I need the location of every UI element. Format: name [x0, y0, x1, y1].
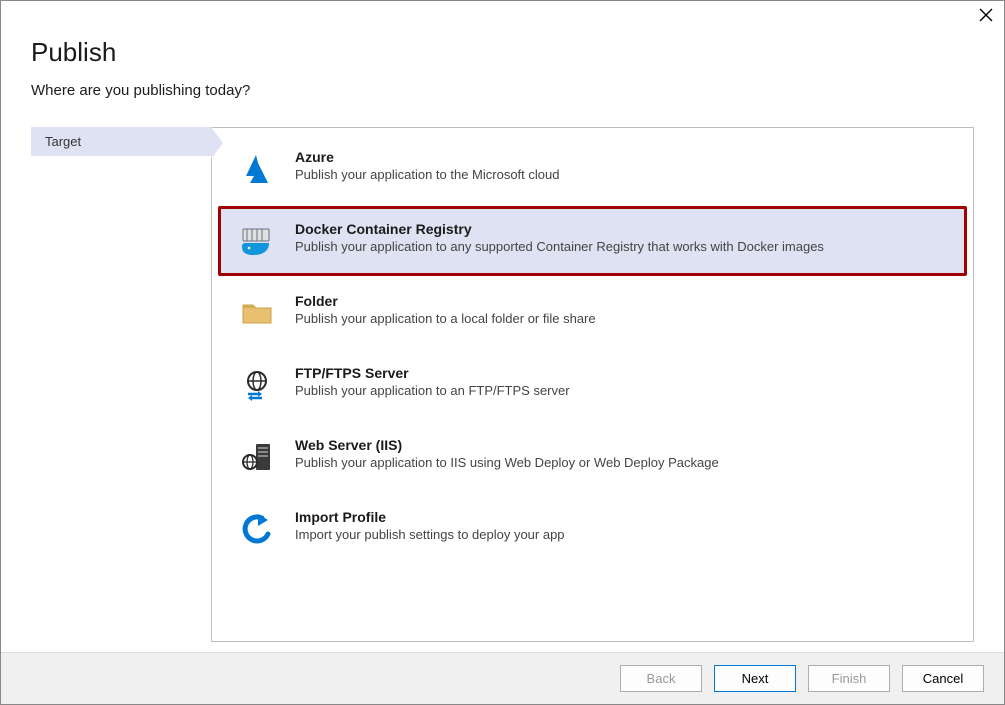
- option-desc: Publish your application to IIS using We…: [295, 455, 719, 470]
- option-desc: Publish your application to any supporte…: [295, 239, 824, 254]
- step-label: Target: [45, 134, 81, 149]
- finish-button[interactable]: Finish: [808, 665, 890, 692]
- ftp-icon: [240, 368, 274, 402]
- option-desc: Publish your application to the Microsof…: [295, 167, 559, 182]
- back-button[interactable]: Back: [620, 665, 702, 692]
- option-desc: Publish your application to an FTP/FTPS …: [295, 383, 570, 398]
- target-options: Azure Publish your application to the Mi…: [211, 127, 974, 642]
- cancel-button[interactable]: Cancel: [902, 665, 984, 692]
- step-list: Target: [31, 117, 211, 652]
- close-icon[interactable]: [978, 7, 994, 23]
- option-title: FTP/FTPS Server: [295, 365, 570, 381]
- option-docker[interactable]: Docker Container Registry Publish your a…: [218, 206, 967, 276]
- option-folder[interactable]: Folder Publish your application to a loc…: [218, 278, 967, 348]
- option-title: Azure: [295, 149, 559, 165]
- option-import[interactable]: Import Profile Import your publish setti…: [218, 494, 967, 564]
- next-button[interactable]: Next: [714, 665, 796, 692]
- option-title: Folder: [295, 293, 596, 309]
- page-title: Publish: [31, 37, 974, 68]
- folder-icon: [240, 296, 274, 330]
- page-subtitle: Where are you publishing today?: [31, 82, 974, 99]
- option-title: Import Profile: [295, 509, 565, 525]
- azure-icon: [240, 152, 274, 186]
- option-ftp[interactable]: FTP/FTPS Server Publish your application…: [218, 350, 967, 420]
- docker-icon: [239, 223, 275, 259]
- import-icon: [240, 512, 274, 546]
- step-target[interactable]: Target: [31, 127, 211, 156]
- option-title: Docker Container Registry: [295, 221, 824, 237]
- option-iis[interactable]: Web Server (IIS) Publish your applicatio…: [218, 422, 967, 492]
- dialog-footer: Back Next Finish Cancel: [1, 652, 1004, 704]
- option-desc: Publish your application to a local fold…: [295, 311, 596, 326]
- option-title: Web Server (IIS): [295, 437, 719, 453]
- option-desc: Import your publish settings to deploy y…: [295, 527, 565, 542]
- publish-dialog: Publish Where are you publishing today? …: [0, 0, 1005, 705]
- iis-icon: [240, 440, 274, 474]
- option-azure[interactable]: Azure Publish your application to the Mi…: [218, 134, 967, 204]
